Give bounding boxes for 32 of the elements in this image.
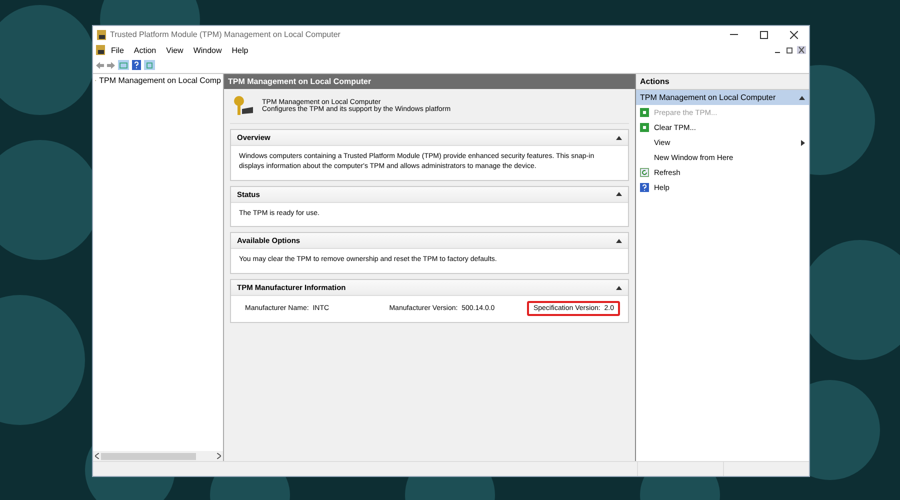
close-icon[interactable] (790, 30, 798, 38)
collapse-icon[interactable] (799, 96, 805, 100)
menu-item[interactable]: Window (189, 46, 226, 54)
menu-item[interactable]: Help (228, 46, 252, 54)
scroll-right-icon[interactable] (217, 453, 221, 459)
app-icon[interactable] (96, 45, 105, 55)
pane-header: TPM Management on Local Computer (224, 74, 635, 89)
back-icon[interactable] (96, 62, 104, 68)
window-title: Trusted Platform Module (TPM) Management on Local Computer (110, 30, 342, 39)
refresh-icon (640, 168, 649, 177)
square-icon (640, 108, 649, 117)
menu-item[interactable]: Action (130, 46, 160, 54)
collapse-icon[interactable] (616, 238, 622, 243)
tree-item[interactable]: TPM Management on Local Comp (93, 74, 223, 87)
collapse-icon[interactable] (616, 286, 622, 290)
menu-item[interactable]: File (107, 46, 128, 54)
help-icon[interactable] (132, 60, 141, 70)
help-icon (640, 183, 649, 192)
action-group-header[interactable]: TPM Management on Local Computer (636, 90, 809, 105)
restore-button[interactable] (785, 46, 794, 54)
forward-icon[interactable] (107, 62, 115, 68)
maximize-icon[interactable] (760, 30, 768, 38)
close-button[interactable] (797, 46, 806, 54)
submenu-arrow-icon (801, 140, 805, 146)
actions-header: Actions (636, 74, 809, 90)
scroll-left-icon[interactable] (95, 453, 99, 459)
menu-item[interactable]: View (162, 46, 188, 54)
collapse-icon[interactable] (616, 136, 622, 140)
collapse-icon[interactable] (616, 192, 622, 196)
scrollbar[interactable] (93, 451, 223, 461)
square-icon (640, 123, 649, 132)
app-icon (97, 30, 106, 40)
